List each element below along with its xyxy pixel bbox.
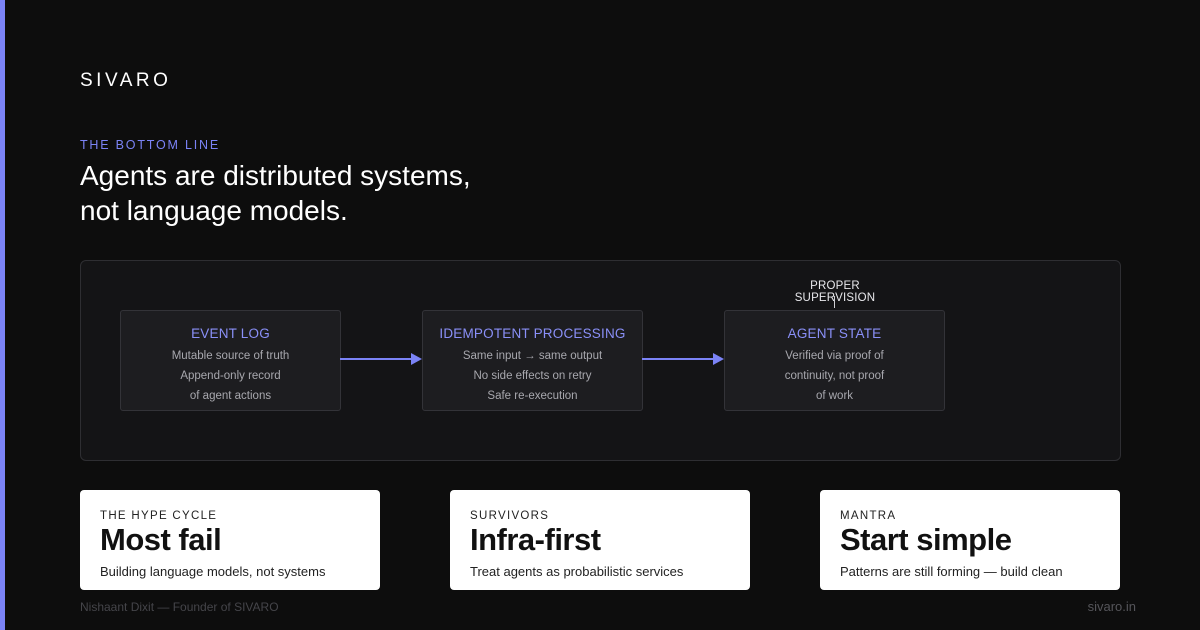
card-survivors: SURVIVORS Infra-first Treat agents as pr…	[450, 490, 750, 590]
node-line: Safe re-execution	[487, 390, 578, 402]
card-eyebrow: MANTRA	[840, 510, 897, 522]
page-headline: Agents are distributed systems, not lang…	[80, 158, 471, 228]
footer-author: Nishaant Dixit — Founder of SIVARO	[80, 600, 279, 614]
card-title: Most fail	[100, 522, 222, 557]
card-caption: Patterns are still forming — build clean	[840, 564, 1063, 579]
architecture-diagram: PROPER SUPERVISION EVENT LOG Mutable sou…	[80, 260, 1121, 461]
node-line: Append-only record	[180, 370, 281, 382]
node-title: EVENT LOG	[191, 326, 270, 341]
supervision-label: PROPER SUPERVISION	[795, 280, 875, 304]
headline-line-2: not language models.	[80, 195, 348, 226]
node-event-log: EVENT LOG Mutable source of truth Append…	[120, 310, 341, 411]
edge-processing-to-state	[642, 358, 714, 360]
card-eyebrow: THE HYPE CYCLE	[100, 510, 218, 522]
arrowhead-icon	[411, 353, 422, 365]
arrowhead-icon	[713, 353, 724, 365]
node-title: IDEMPOTENT PROCESSING	[439, 326, 626, 341]
edge-eventlog-to-processing	[340, 358, 412, 360]
card-title: Start simple	[840, 522, 1012, 557]
brand-logo: SIVARO	[80, 70, 172, 91]
card-caption: Treat agents as probabilistic services	[470, 564, 684, 579]
supervision-connector	[834, 296, 835, 308]
card-hype-cycle: THE HYPE CYCLE Most fail Building langua…	[80, 490, 380, 590]
accent-bar	[0, 0, 5, 630]
node-line: No side effects on retry	[473, 370, 592, 382]
node-line: Same input → same output	[462, 350, 603, 362]
node-line: of agent actions	[189, 390, 272, 402]
section-eyebrow: THE BOTTOM LINE	[80, 138, 220, 152]
footer-site-link[interactable]: sivaro.in	[1088, 599, 1136, 614]
node-agent-state: AGENT STATE Verified via proof of contin…	[724, 310, 945, 411]
node-line: Verified via proof of	[785, 350, 884, 362]
card-mantra: MANTRA Start simple Patterns are still f…	[820, 490, 1120, 590]
node-line: Mutable source of truth	[171, 350, 290, 362]
headline-line-1: Agents are distributed systems,	[80, 160, 471, 191]
node-line: of work	[815, 390, 854, 402]
card-eyebrow: SURVIVORS	[470, 510, 550, 522]
node-title: AGENT STATE	[787, 326, 882, 341]
node-idempotent-processing: IDEMPOTENT PROCESSING Same input → same …	[422, 310, 643, 411]
node-line: continuity, not proof	[784, 370, 885, 382]
card-title: Infra-first	[470, 522, 601, 557]
card-caption: Building language models, not systems	[100, 564, 326, 579]
